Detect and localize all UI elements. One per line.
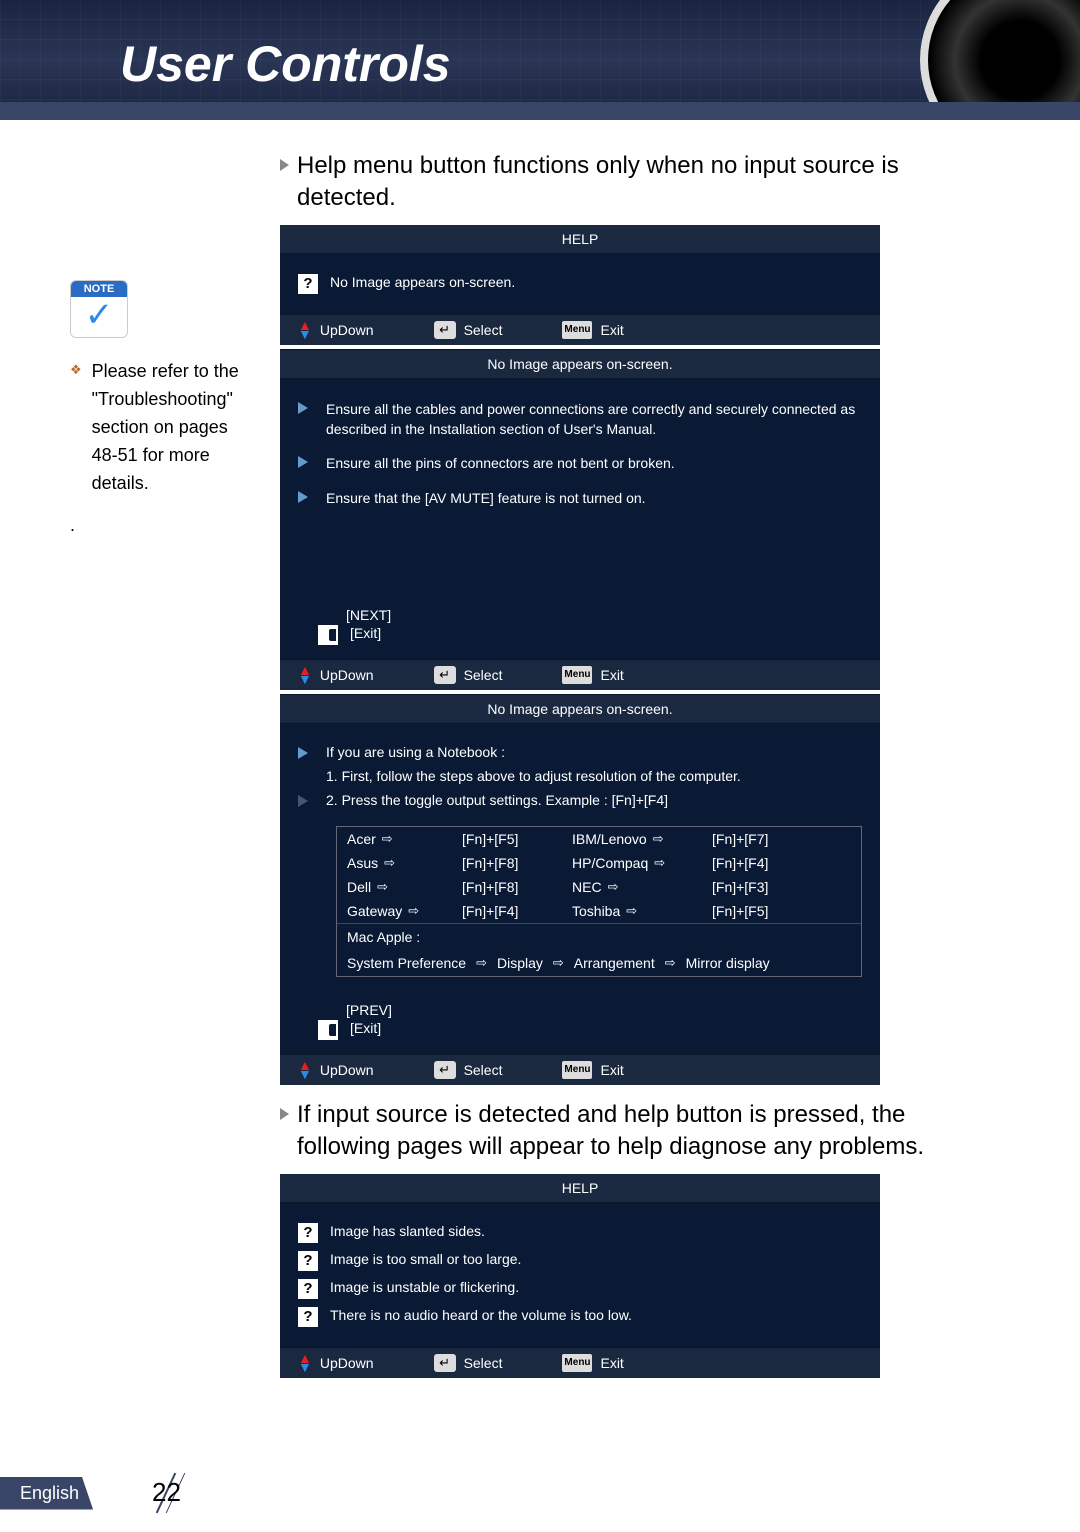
next-link[interactable]: [NEXT]	[346, 607, 391, 623]
enter-icon: ↵	[434, 666, 456, 684]
osd-nav-bar: ▲▼ UpDown ↵ Select Menu Exit	[280, 314, 880, 345]
updown-icon: ▲▼	[298, 321, 312, 339]
play-bullet-icon	[298, 491, 308, 503]
updown-icon: ▲▼	[298, 1354, 312, 1372]
osd-nav-bar: ▲▼ UpDown ↵ Select Menu Exit	[280, 1054, 880, 1085]
tip-2: Ensure all the pins of connectors are no…	[326, 453, 675, 473]
nav-exit: Exit	[600, 322, 623, 338]
menu-icon: Menu	[562, 321, 592, 339]
fn-key: [Fn]+[F3]	[702, 875, 812, 899]
intro-block-2: If input source is detected and help but…	[280, 1099, 990, 1164]
fn-brand: Asus ⇨	[337, 851, 452, 875]
nav-updown: UpDown	[320, 322, 374, 338]
enter-icon: ↵	[434, 1354, 456, 1372]
help-item: Image is unstable or flickering.	[330, 1279, 519, 1295]
notebook-line: If you are using a Notebook :	[326, 744, 505, 760]
help-item: Image is too small or too large.	[330, 1251, 521, 1267]
fn-key: [Fn]+[F8]	[452, 851, 562, 875]
fn-brand: Gateway ⇨	[337, 899, 452, 923]
nav-select: Select	[464, 322, 503, 338]
fn-key: [Fn]+[F5]	[452, 827, 562, 851]
header-stripe	[0, 102, 1080, 120]
question-icon: ?	[298, 1251, 318, 1271]
osd-subtitle: No Image appears on-screen.	[280, 694, 880, 724]
nav-updown: UpDown	[320, 1062, 374, 1078]
osd-tips-panel: No Image appears on-screen. Ensure all t…	[280, 349, 880, 690]
tip-1: Ensure all the cables and power connecti…	[326, 399, 862, 440]
question-icon: ?	[298, 1307, 318, 1327]
fn-key: [Fn]+[F4]	[452, 899, 562, 923]
play-bullet-icon	[298, 402, 308, 414]
fn-key-table: Acer ⇨[Fn]+[F5]IBM/Lenovo ⇨[Fn]+[F7]Asus…	[336, 826, 862, 977]
osd-help-panel-2: HELP ? Image has slanted sides. ? Image is…	[280, 1174, 880, 1378]
nav-exit: Exit	[600, 1355, 623, 1371]
exit-icon	[318, 625, 338, 645]
exit-link[interactable]: [Exit]	[350, 1020, 381, 1036]
intro-block-1: Help menu button functions only when no …	[280, 150, 990, 215]
play-bullet-icon	[298, 795, 308, 807]
osd-title: HELP	[280, 1174, 880, 1203]
triangle-bullet-icon	[280, 159, 289, 171]
note-badge: NOTE ✓	[70, 280, 128, 338]
nav-select: Select	[464, 667, 503, 683]
exit-icon	[318, 1020, 338, 1040]
osd-notebook-panel: No Image appears on-screen. If you are u…	[280, 694, 880, 1085]
nav-updown: UpDown	[320, 667, 374, 683]
nav-exit: Exit	[600, 667, 623, 683]
fn-brand: NEC ⇨	[562, 875, 702, 899]
sidebar: NOTE ✓ ❖ Please refer to the "Troublesho…	[70, 280, 250, 536]
question-icon: ?	[298, 1223, 318, 1243]
help-item: Image has slanted sides.	[330, 1223, 485, 1239]
osd-subtitle: No Image appears on-screen.	[280, 349, 880, 379]
osd-title: HELP	[280, 225, 880, 254]
exit-link[interactable]: [Exit]	[350, 625, 381, 641]
fn-key: [Fn]+[F8]	[452, 875, 562, 899]
question-icon: ?	[298, 1279, 318, 1299]
fn-brand: Acer ⇨	[337, 827, 452, 851]
enter-icon: ↵	[434, 321, 456, 339]
sidebar-tip: Please refer to the "Troubleshooting" se…	[92, 358, 250, 497]
updown-icon: ▲▼	[298, 1061, 312, 1079]
prev-link[interactable]: [PREV]	[346, 1002, 392, 1018]
enter-icon: ↵	[434, 1061, 456, 1079]
menu-icon: Menu	[562, 1354, 592, 1372]
note-label: NOTE	[71, 281, 127, 297]
page-number: 22	[152, 1477, 181, 1508]
osd-nav-bar: ▲▼ UpDown ↵ Select Menu Exit	[280, 659, 880, 690]
diamond-icon: ❖	[70, 362, 82, 378]
fn-brand: HP/Compaq ⇨	[562, 851, 702, 875]
intro-text-1: Help menu button functions only when no …	[297, 150, 990, 215]
menu-icon: Menu	[562, 1061, 592, 1079]
triangle-bullet-icon	[280, 1108, 289, 1120]
fn-key: [Fn]+[F7]	[702, 827, 812, 851]
checkmark-icon: ✓	[85, 297, 114, 333]
fn-key: [Fn]+[F5]	[702, 899, 812, 923]
nav-select: Select	[464, 1062, 503, 1078]
nav-exit: Exit	[600, 1062, 623, 1078]
mac-label: Mac Apple :	[337, 923, 861, 950]
play-bullet-icon	[298, 456, 308, 468]
fn-brand: Dell ⇨	[337, 875, 452, 899]
osd-nav-bar: ▲▼ UpDown ↵ Select Menu Exit	[280, 1347, 880, 1378]
help-item: There is no audio heard or the volume is…	[330, 1307, 632, 1323]
intro-text-2: If input source is detected and help but…	[297, 1099, 990, 1164]
nav-select: Select	[464, 1355, 503, 1371]
page-header: User Controls	[0, 0, 1080, 120]
tip-3: Ensure that the [AV MUTE] feature is not…	[326, 488, 646, 508]
play-bullet-icon	[298, 747, 308, 759]
header-title: User Controls	[120, 35, 451, 93]
help-item: No Image appears on-screen.	[330, 274, 515, 290]
nav-updown: UpDown	[320, 1355, 374, 1371]
notebook-line2: 2. Press the toggle output settings. Exa…	[326, 792, 668, 808]
osd-help-panel-1: HELP ? No Image appears on-screen. ▲▼ Up…	[280, 225, 880, 345]
fn-brand: IBM/Lenovo ⇨	[562, 827, 702, 851]
mac-path: System Preference⇨Display⇨Arrangement⇨Mi…	[337, 950, 861, 976]
fn-brand: Toshiba ⇨	[562, 899, 702, 923]
language-tab: English	[0, 1477, 93, 1510]
menu-icon: Menu	[562, 666, 592, 684]
fn-key: [Fn]+[F4]	[702, 851, 812, 875]
updown-icon: ▲▼	[298, 666, 312, 684]
question-icon: ?	[298, 274, 318, 294]
notebook-sub1: 1. First, follow the steps above to adju…	[326, 768, 862, 784]
